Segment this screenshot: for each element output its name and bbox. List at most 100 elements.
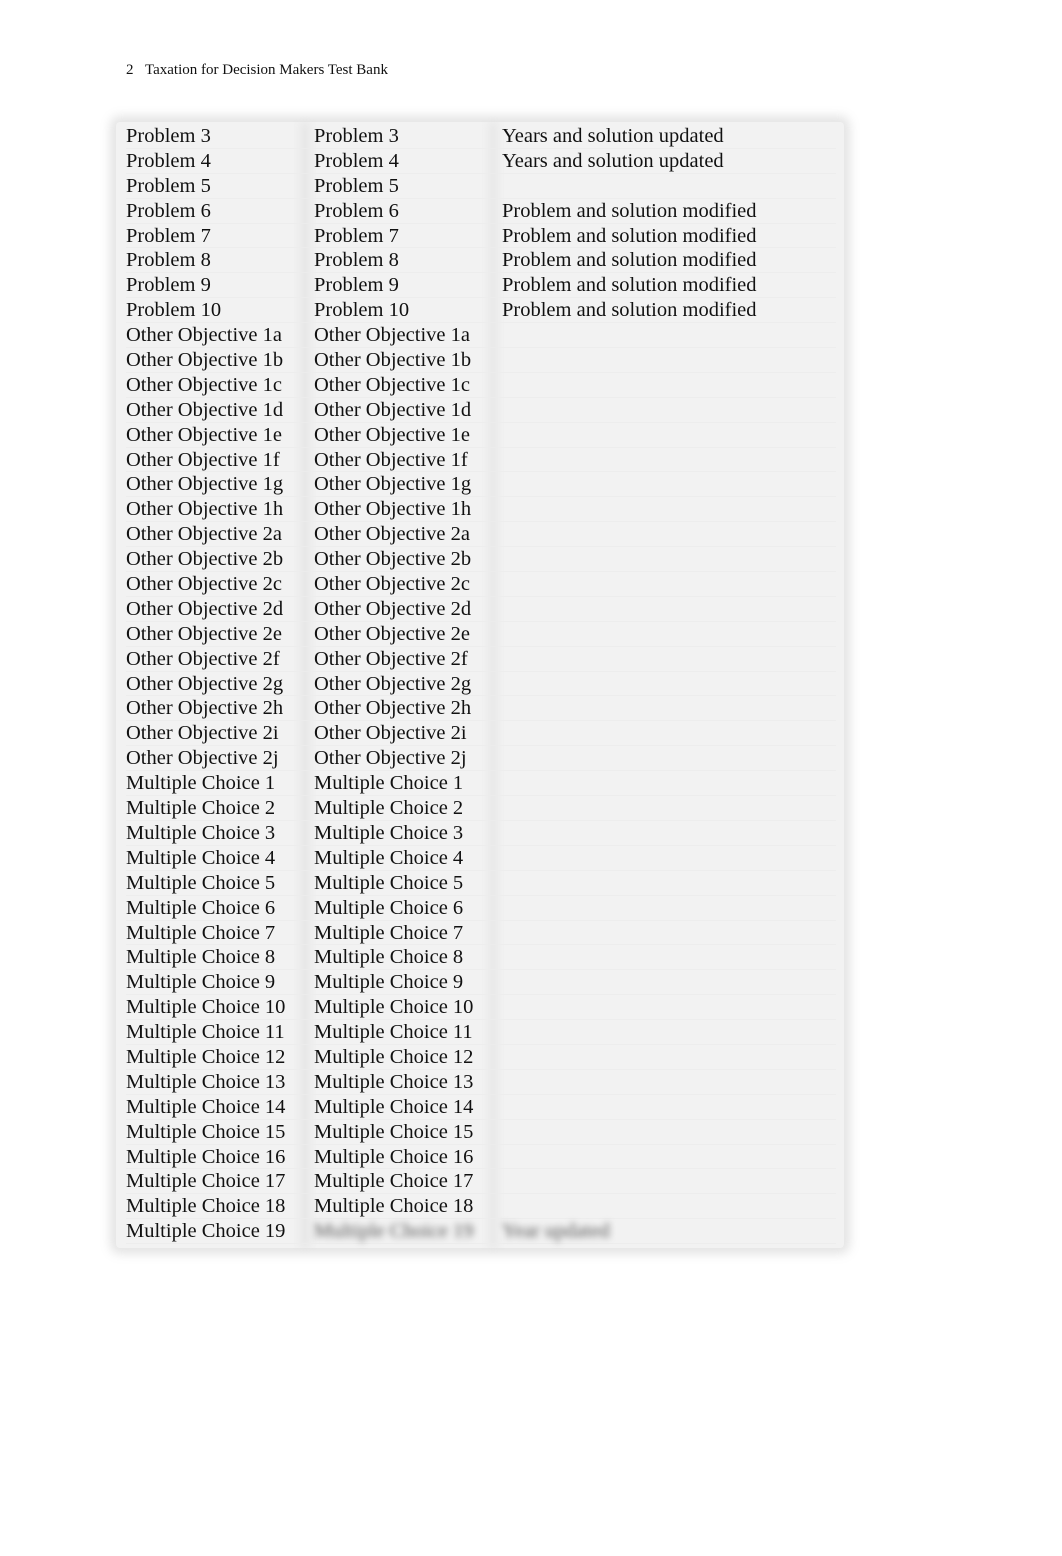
new-edition-item: Multiple Choice 16 bbox=[126, 1145, 286, 1168]
previous-edition-item: Problem 7 bbox=[314, 224, 399, 247]
previous-edition-item: Problem 6 bbox=[314, 199, 399, 222]
table-row: Other Objective 1d Other Objective 1d bbox=[126, 398, 836, 423]
previous-edition-item: Multiple Choice 11 bbox=[314, 1021, 473, 1044]
table-row: Problem 7 Problem 7 Problem and solution m… bbox=[126, 224, 836, 249]
change-note bbox=[502, 672, 832, 696]
change-note bbox=[502, 945, 832, 969]
table-row: Multiple Choice 3 Multiple Choice 3 bbox=[126, 821, 836, 846]
change-note: Problem and solution modified bbox=[502, 274, 757, 297]
change-note: Problem and solution modified bbox=[502, 299, 757, 322]
new-edition-item: Other Objective 2i bbox=[126, 722, 279, 745]
new-edition-item: Multiple Choice 14 bbox=[126, 1095, 286, 1118]
table-row: Multiple Choice 14 Multiple Choice 14 bbox=[126, 1095, 836, 1120]
new-edition-item: Problem 3 bbox=[126, 125, 211, 147]
table-row: Problem 9 Problem 9 Problem and solution m… bbox=[126, 273, 836, 299]
table-row: Other Objective 2h Other Objective 2h bbox=[126, 696, 836, 722]
new-edition-item: Other Objective 1h bbox=[126, 498, 284, 521]
change-note bbox=[502, 647, 832, 671]
table-row: Other Objective 2e Other Objective 2e bbox=[126, 622, 836, 647]
change-note bbox=[502, 1145, 832, 1169]
previous-edition-item: Multiple Choice 1 bbox=[314, 772, 464, 795]
new-edition-item: Multiple Choice 12 bbox=[126, 1045, 286, 1068]
new-edition-item: Other Objective 2a bbox=[126, 523, 282, 546]
new-edition-item: Other Objective 2b bbox=[126, 548, 284, 571]
new-edition-item: Other Objective 1g bbox=[126, 473, 284, 496]
table-row: Other Objective 2c Other Objective 2c bbox=[126, 572, 836, 597]
change-note bbox=[502, 547, 832, 571]
table-row: Problem 8 Problem 8 Problem and solution m… bbox=[126, 248, 836, 274]
new-edition-item: Multiple Choice 8 bbox=[126, 946, 276, 969]
previous-edition-item: Problem 9 bbox=[314, 274, 399, 297]
new-edition-item: Multiple Choice 3 bbox=[126, 821, 276, 844]
new-edition-item: Multiple Choice 4 bbox=[126, 846, 276, 869]
new-edition-item: Multiple Choice 6 bbox=[126, 896, 276, 919]
change-note bbox=[502, 821, 832, 845]
change-note bbox=[502, 423, 832, 447]
new-edition-item: Problem 10 bbox=[126, 299, 222, 322]
previous-edition-item: Problem 4 bbox=[314, 149, 399, 172]
previous-edition-item: Multiple Choice 2 bbox=[314, 797, 464, 820]
previous-edition-item: Problem 10 bbox=[314, 299, 410, 322]
running-title: Taxation for Decision Makers Test Bank bbox=[144, 62, 388, 78]
table-row: Multiple Choice 8 Multiple Choice 8 bbox=[126, 945, 836, 971]
change-note bbox=[502, 771, 832, 795]
table-row: Other Objective 2b Other Objective 2b bbox=[126, 547, 836, 573]
page-header: 2 Taxation for Decision Makers Test Bank bbox=[126, 61, 388, 79]
previous-edition-item: Multiple Choice 12 bbox=[314, 1045, 474, 1068]
change-note bbox=[502, 622, 832, 646]
page-number: 2 bbox=[126, 62, 134, 78]
previous-edition-item: Other Objective 1d bbox=[314, 398, 472, 421]
previous-edition-item: Other Objective 1h bbox=[314, 498, 472, 521]
new-edition-item: Other Objective 2h bbox=[126, 697, 284, 720]
change-note bbox=[502, 174, 832, 198]
change-note bbox=[502, 1169, 832, 1193]
table-row: Other Objective 2d Other Objective 2d bbox=[126, 597, 836, 622]
table-row: Multiple Choice 9 Multiple Choice 9 bbox=[126, 970, 836, 996]
change-note bbox=[502, 472, 832, 496]
new-edition-item: Other Objective 1c bbox=[126, 373, 282, 396]
change-note: Problem and solution modified bbox=[502, 224, 757, 247]
change-note bbox=[502, 448, 832, 472]
change-note bbox=[502, 721, 832, 745]
new-edition-item: Multiple Choice 10 bbox=[126, 996, 286, 1019]
change-note bbox=[502, 1045, 832, 1069]
change-note bbox=[502, 1120, 832, 1144]
table-row: Multiple Choice 1 Multiple Choice 1 bbox=[126, 771, 836, 797]
new-edition-item: Multiple Choice 2 bbox=[126, 797, 276, 820]
previous-edition-item: Other Objective 2i bbox=[314, 722, 467, 745]
change-note: Problem and solution modified bbox=[502, 199, 757, 222]
table-row: Multiple Choice 15 Multiple Choice 15 bbox=[126, 1120, 836, 1145]
new-edition-item: Other Objective 1d bbox=[126, 398, 284, 421]
previous-edition-item: Other Objective 1f bbox=[314, 448, 468, 471]
new-edition-item: Problem 6 bbox=[126, 199, 211, 222]
change-note bbox=[502, 572, 832, 596]
previous-edition-item: Other Objective 1b bbox=[314, 349, 472, 372]
previous-edition-item: Multiple Choice 15 bbox=[314, 1120, 474, 1143]
new-edition-item: Other Objective 1b bbox=[126, 349, 284, 372]
previous-edition-item: Other Objective 2d bbox=[314, 597, 472, 620]
table-row: Multiple Choice 12 Multiple Choice 12 bbox=[126, 1045, 836, 1070]
table-row: Other Objective 2a Other Objective 2a bbox=[126, 522, 836, 548]
new-edition-item: Other Objective 2j bbox=[126, 747, 279, 770]
new-edition-item: Problem 5 bbox=[126, 174, 211, 197]
table-row: Other Objective 1g Other Objective 1g bbox=[126, 472, 836, 498]
new-edition-item: Multiple Choice 17 bbox=[126, 1170, 286, 1193]
previous-edition-item: Multiple Choice 3 bbox=[314, 821, 464, 844]
previous-edition-item: Other Objective 1a bbox=[314, 324, 470, 347]
new-edition-item: Problem 8 bbox=[126, 249, 211, 272]
new-edition-item: Other Objective 2f bbox=[126, 647, 280, 670]
table-row: Multiple Choice 11 Multiple Choice 11 bbox=[126, 1020, 836, 1045]
previous-edition-item: Other Objective 1g bbox=[314, 473, 472, 496]
previous-edition-item: Problem 3 bbox=[314, 125, 399, 147]
previous-edition-item: Other Objective 2b bbox=[314, 548, 472, 571]
table-row: Problem 10 Problem 10 Problem and solution… bbox=[126, 298, 836, 324]
change-note: Problem and solution modified bbox=[502, 249, 757, 272]
previous-edition-item: Other Objective 1e bbox=[314, 423, 470, 446]
change-note bbox=[502, 373, 832, 397]
table-row: Other Objective 1f Other Objective 1f bbox=[126, 448, 836, 473]
table-row: Other Objective 1h Other Objective 1h bbox=[126, 497, 836, 523]
table-row: Problem 5 Problem 5 bbox=[126, 174, 836, 199]
previous-edition-item: Multiple Choice 19 bbox=[314, 1220, 474, 1243]
new-edition-item: Other Objective 2g bbox=[126, 672, 284, 695]
table-row: Multiple Choice 16 Multiple Choice 16 bbox=[126, 1145, 836, 1170]
